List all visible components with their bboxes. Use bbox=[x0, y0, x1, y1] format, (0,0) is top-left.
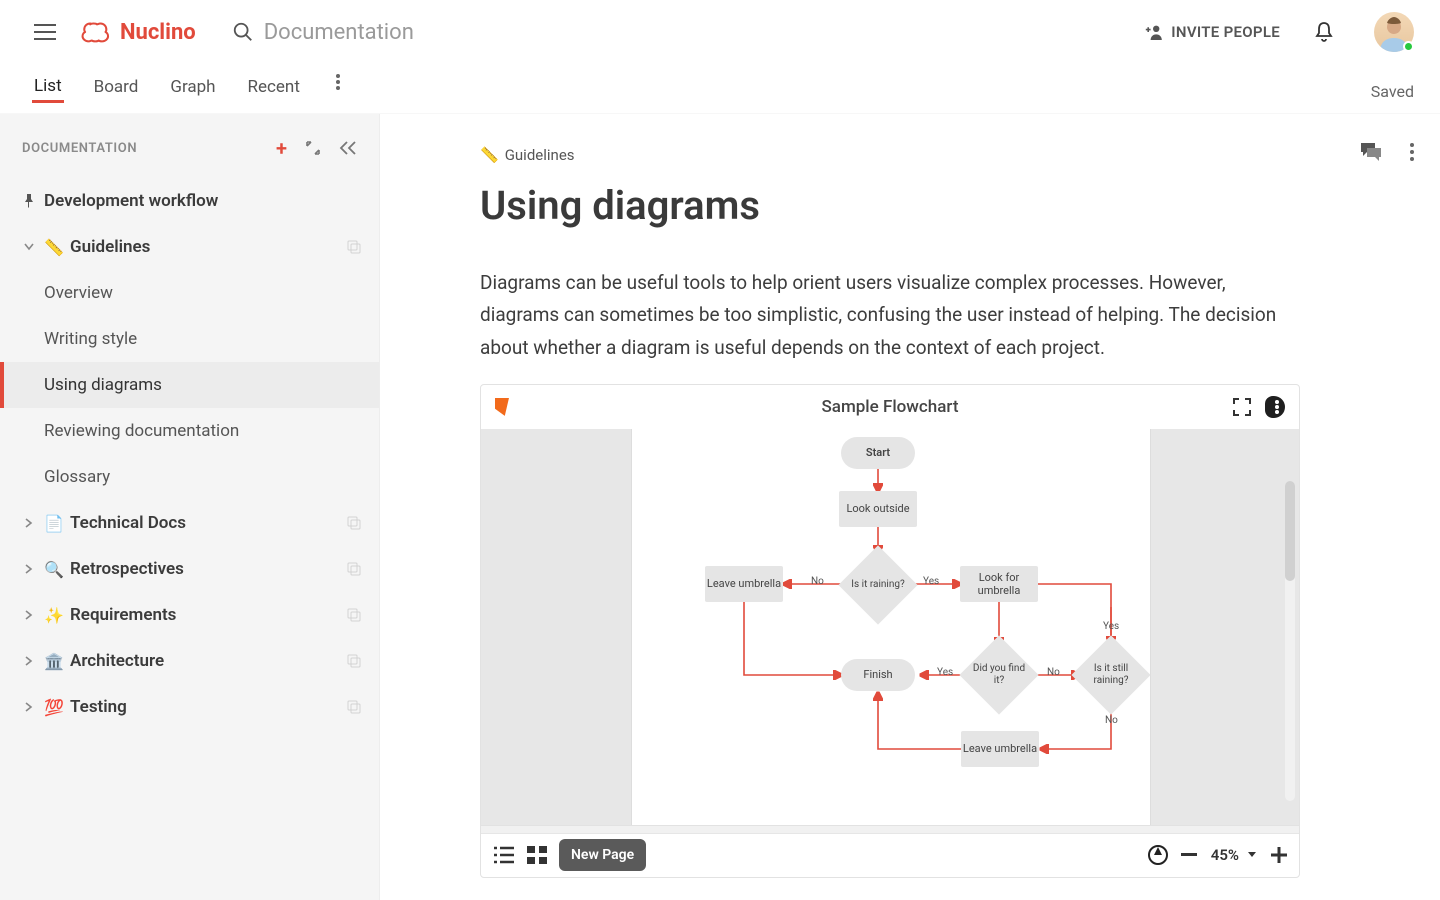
node-leave-umbrella-1[interactable]: Leave umbrella bbox=[705, 566, 783, 602]
zoom-select[interactable]: 45% bbox=[1211, 846, 1257, 864]
edge-yes: Yes bbox=[937, 667, 953, 678]
sidebar-item-overview[interactable]: Overview bbox=[0, 270, 379, 316]
tab-board[interactable]: Board bbox=[92, 71, 141, 103]
notifications-button[interactable] bbox=[1314, 21, 1334, 43]
workspace-title: DOCUMENTATION bbox=[22, 141, 262, 156]
save-status: Saved bbox=[1371, 82, 1414, 113]
sidebar-item-testing[interactable]: 💯 Testing bbox=[0, 684, 379, 730]
copy-icon[interactable] bbox=[347, 654, 361, 668]
copy-icon[interactable] bbox=[347, 608, 361, 622]
brand-logo[interactable]: Nuclino bbox=[80, 19, 196, 45]
node-look-outside[interactable]: Look outside bbox=[839, 491, 917, 527]
pinned-item[interactable]: Development workflow bbox=[0, 178, 379, 224]
diagram-canvas[interactable]: Start Look outside Is it raining? Leave … bbox=[481, 429, 1299, 825]
chevron-right-icon bbox=[20, 702, 38, 712]
document-pane: 📏 Guidelines Using diagrams Diagrams can… bbox=[380, 114, 1440, 900]
pin-icon bbox=[20, 194, 38, 208]
brain-icon bbox=[80, 19, 114, 45]
edge-no: No bbox=[1047, 667, 1060, 678]
diagram-embed: Sample Flowchart bbox=[480, 384, 1300, 878]
menu-button[interactable] bbox=[24, 11, 66, 53]
breadcrumb[interactable]: 📏 Guidelines bbox=[480, 146, 1340, 164]
chevron-right-icon bbox=[20, 564, 38, 574]
chevron-down-icon bbox=[1247, 851, 1257, 859]
chevron-right-icon bbox=[20, 656, 38, 666]
copy-icon[interactable] bbox=[347, 516, 361, 530]
node-look-for-umbrella[interactable]: Look for umbrella bbox=[960, 566, 1038, 602]
search-icon bbox=[232, 21, 254, 43]
user-avatar[interactable] bbox=[1374, 12, 1414, 52]
sidebar-item-technical-docs[interactable]: 📄 Technical Docs bbox=[0, 500, 379, 546]
tab-overflow[interactable] bbox=[330, 74, 346, 100]
invite-people-button[interactable]: INVITE PEOPLE bbox=[1143, 23, 1280, 41]
sidebar-item-writing-style[interactable]: Writing style bbox=[0, 316, 379, 362]
sidebar-item-reviewing-documentation[interactable]: Reviewing documentation bbox=[0, 408, 379, 454]
sidebar-item-glossary[interactable]: Glossary bbox=[0, 454, 379, 500]
embed-scrollbar-horizontal[interactable] bbox=[481, 825, 1299, 833]
sidebar-item-guidelines[interactable]: 📏 Guidelines bbox=[0, 224, 379, 270]
node-finish[interactable]: Finish bbox=[841, 659, 915, 691]
copy-icon[interactable] bbox=[347, 240, 361, 254]
copy-icon[interactable] bbox=[347, 700, 361, 714]
node-leave-umbrella-2[interactable]: Leave umbrella bbox=[961, 731, 1039, 767]
copy-icon[interactable] bbox=[347, 562, 361, 576]
brand-name: Nuclino bbox=[120, 20, 196, 45]
expand-button[interactable] bbox=[305, 140, 321, 156]
invite-icon bbox=[1143, 24, 1163, 40]
sidebar-item-using-diagrams[interactable]: Using diagrams bbox=[0, 362, 379, 408]
tab-list[interactable]: List bbox=[32, 70, 64, 103]
recenter-button[interactable] bbox=[1147, 844, 1169, 866]
zoom-in-button[interactable] bbox=[1271, 847, 1287, 863]
add-item-button[interactable]: + bbox=[276, 138, 287, 158]
tab-recent[interactable]: Recent bbox=[246, 71, 302, 103]
collapse-sidebar-button[interactable] bbox=[339, 141, 357, 155]
embed-title: Sample Flowchart bbox=[481, 397, 1299, 417]
chevron-down-icon bbox=[20, 243, 38, 251]
grid-view-button[interactable] bbox=[527, 846, 547, 864]
sidebar-item-requirements[interactable]: ✨ Requirements bbox=[0, 592, 379, 638]
list-view-button[interactable] bbox=[493, 846, 515, 864]
new-page-button[interactable]: New Page bbox=[559, 839, 646, 871]
chevron-right-icon bbox=[20, 610, 38, 620]
tab-graph[interactable]: Graph bbox=[168, 71, 217, 103]
edge-yes: Yes bbox=[1103, 621, 1119, 632]
edge-no: No bbox=[811, 576, 824, 587]
search-input[interactable]: Documentation bbox=[232, 20, 414, 45]
embed-scrollbar-thumb[interactable] bbox=[1285, 481, 1295, 581]
sidebar: DOCUMENTATION + Development workflow bbox=[0, 114, 380, 900]
presence-indicator bbox=[1403, 41, 1414, 52]
zoom-out-button[interactable] bbox=[1181, 853, 1197, 857]
sidebar-item-architecture[interactable]: 🏛️ Architecture bbox=[0, 638, 379, 684]
chevron-right-icon bbox=[20, 518, 38, 528]
sidebar-item-retrospectives[interactable]: 🔍 Retrospectives bbox=[0, 546, 379, 592]
node-start[interactable]: Start bbox=[841, 437, 915, 469]
doc-overflow-button[interactable] bbox=[1410, 143, 1414, 161]
edge-no: No bbox=[1105, 715, 1118, 726]
comments-button[interactable] bbox=[1360, 142, 1382, 162]
edge-yes: Yes bbox=[923, 576, 939, 587]
intro-paragraph: Diagrams can be useful tools to help ori… bbox=[480, 267, 1300, 364]
page-title: Using diagrams bbox=[480, 182, 1340, 229]
